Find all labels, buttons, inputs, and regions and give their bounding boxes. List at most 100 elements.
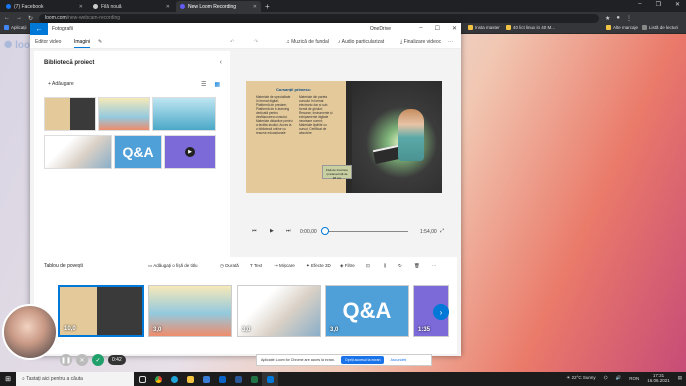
delete-icon[interactable]: 🗑 bbox=[414, 263, 420, 269]
close-icon[interactable]: ✕ bbox=[452, 25, 457, 32]
tab-new-tab[interactable]: Filă nouă ✕ bbox=[89, 1, 174, 12]
forward-icon[interactable]: ⏭ bbox=[286, 228, 291, 234]
maximize-icon[interactable]: ☐ bbox=[435, 25, 440, 32]
duration-button[interactable]: ◷ Durată bbox=[220, 263, 239, 269]
taskbar-search-box[interactable]: ⌕ Tastați aici pentru a căuta bbox=[16, 372, 134, 386]
resize-icon[interactable]: ⊡ bbox=[366, 263, 370, 269]
file-explorer-icon[interactable] bbox=[182, 372, 198, 386]
bookmark-linux[interactable]: 40 lict linux in 40 M... bbox=[506, 25, 555, 30]
word-icon[interactable] bbox=[230, 372, 246, 386]
forward-icon[interactable]: → bbox=[16, 15, 22, 21]
hide-button[interactable]: Ascundeți bbox=[390, 358, 406, 362]
seek-knob[interactable] bbox=[321, 227, 329, 235]
tab-video-editor[interactable]: Editor video bbox=[35, 39, 61, 45]
profile-icon[interactable]: ● bbox=[616, 15, 620, 21]
tab-facebook[interactable]: (7) Facebook ✕ bbox=[2, 1, 87, 12]
menu-icon[interactable]: ⋮ bbox=[626, 15, 632, 22]
button-label: Durată bbox=[225, 263, 239, 268]
language-indicator[interactable]: RON bbox=[629, 376, 639, 381]
network-icon[interactable]: ⌬ bbox=[604, 375, 608, 381]
rotate-icon[interactable]: ↻ bbox=[398, 263, 402, 269]
finish-video-button[interactable]: ⤓ Finalizare videoc bbox=[400, 39, 441, 45]
library-thumb-qa[interactable]: Q&A bbox=[114, 135, 162, 169]
3d-effects-button[interactable]: ✦ Efecte 3D bbox=[306, 263, 331, 269]
minimize-icon[interactable]: – bbox=[638, 1, 641, 8]
store-icon[interactable] bbox=[198, 372, 214, 386]
seek-track[interactable] bbox=[326, 231, 408, 232]
add-title-card-button[interactable]: ▭ Adăugați o fișă de titlu bbox=[148, 263, 198, 269]
reload-icon[interactable]: ↻ bbox=[28, 15, 33, 22]
redo-icon[interactable]: ↷ bbox=[254, 39, 258, 45]
library-thumb[interactable] bbox=[98, 97, 150, 131]
close-icon[interactable]: ✕ bbox=[79, 4, 83, 10]
add-media-button[interactable]: + Adăugare bbox=[48, 81, 74, 87]
edit-icon[interactable]: ✎ bbox=[98, 39, 102, 45]
back-button[interactable]: ← bbox=[30, 23, 48, 35]
page-icon bbox=[93, 4, 98, 9]
storyboard-clip[interactable]: 3,0 bbox=[237, 285, 321, 337]
mail-icon[interactable] bbox=[214, 372, 230, 386]
chrome-icon[interactable] bbox=[150, 372, 166, 386]
list-view-icon[interactable]: ☰ bbox=[201, 81, 206, 88]
tab-loom[interactable]: New Loom Recording ✕ bbox=[176, 1, 261, 12]
close-icon[interactable]: ✕ bbox=[166, 4, 170, 10]
task-view-icon[interactable] bbox=[134, 372, 150, 386]
background-music-button[interactable]: ♫ Muzică de fundal bbox=[286, 39, 329, 45]
minimize-icon[interactable]: – bbox=[419, 25, 422, 32]
button-label: Filtre bbox=[344, 263, 355, 268]
tab-label: Filă nouă bbox=[101, 3, 122, 10]
clock[interactable]: 17:31 16.06.2021 bbox=[647, 373, 670, 384]
split-icon[interactable]: ⫼ bbox=[384, 263, 386, 268]
extensions-icon[interactable]: ★ bbox=[605, 15, 610, 22]
stop-sharing-button[interactable]: Opriți accesul la ecran bbox=[340, 356, 385, 364]
library-thumb[interactable] bbox=[152, 97, 216, 131]
button-label: Text bbox=[253, 263, 263, 268]
back-icon[interactable]: ← bbox=[4, 15, 10, 21]
rewind-icon[interactable]: ⏮ bbox=[252, 228, 257, 234]
bookmark-apps[interactable]: Aplicații bbox=[4, 25, 27, 30]
volume-icon[interactable]: 🔊 bbox=[616, 375, 622, 381]
maximize-icon[interactable]: ❐ bbox=[656, 1, 661, 8]
motion-button[interactable]: ⇢ Mișcare bbox=[274, 263, 295, 269]
onedrive-label[interactable]: OneDrive bbox=[370, 26, 391, 32]
library-thumb-video[interactable]: ▶ bbox=[164, 135, 216, 169]
edge-icon[interactable] bbox=[166, 372, 182, 386]
windows-start-icon[interactable]: ⊞ bbox=[0, 372, 16, 386]
collapse-panel-button[interactable]: ‹ bbox=[220, 59, 222, 66]
library-thumb[interactable] bbox=[44, 135, 112, 169]
play-icon: ▶ bbox=[185, 147, 195, 157]
clip-duration: 3,0 bbox=[153, 327, 162, 333]
bookmark-insta[interactable]: Insta master bbox=[468, 25, 500, 30]
close-icon[interactable]: ✕ bbox=[675, 1, 680, 8]
library-thumb[interactable] bbox=[44, 97, 96, 131]
custom-audio-button[interactable]: ♪ Audio particularizat bbox=[338, 39, 384, 45]
more-options-button[interactable]: ··· bbox=[448, 39, 453, 45]
check-icon[interactable]: ✓ bbox=[92, 354, 104, 366]
filters-button[interactable]: ◈ Filtre bbox=[340, 263, 355, 269]
bookmark-label: Insta master bbox=[475, 25, 500, 30]
storyboard-clip[interactable]: 10,0 bbox=[58, 285, 144, 337]
fullscreen-icon[interactable]: ⤢ bbox=[440, 228, 444, 234]
grid-view-icon[interactable]: ▦ bbox=[214, 81, 220, 88]
text-button[interactable]: T Text bbox=[250, 263, 262, 268]
storyboard-clip[interactable]: 3,0 bbox=[148, 285, 232, 337]
excel-icon[interactable] bbox=[246, 372, 262, 386]
notifications-icon[interactable]: ▤ bbox=[678, 375, 682, 381]
close-icon[interactable]: ✕ bbox=[253, 4, 257, 10]
url-field[interactable]: loom.com/new-webcam-recording bbox=[39, 13, 600, 23]
close-icon[interactable]: ✕ bbox=[76, 354, 88, 366]
pause-icon[interactable]: ❚❚ bbox=[60, 354, 72, 366]
undo-icon[interactable]: ↶ bbox=[230, 39, 234, 45]
bookmark-other[interactable]: Alte marcaje bbox=[606, 25, 638, 30]
photos-taskbar-icon[interactable] bbox=[262, 372, 278, 386]
webcam-bubble[interactable] bbox=[2, 304, 58, 360]
scroll-right-button[interactable]: › bbox=[433, 304, 449, 320]
tab-images[interactable]: Imagini bbox=[74, 39, 91, 48]
more-options-icon[interactable]: ··· bbox=[432, 263, 437, 268]
storyboard-clip-qa[interactable]: Q&A 3,0 bbox=[325, 285, 409, 337]
bookmark-reading-list[interactable]: Listă de lecturi bbox=[642, 25, 678, 30]
new-tab-button[interactable]: + bbox=[265, 1, 270, 12]
play-icon[interactable]: ▶ bbox=[270, 228, 274, 234]
video-preview[interactable]: Cursanții primesc: Materiale de speciali… bbox=[246, 81, 442, 193]
weather-label[interactable]: ☀ 22°C Sunny bbox=[566, 375, 595, 381]
